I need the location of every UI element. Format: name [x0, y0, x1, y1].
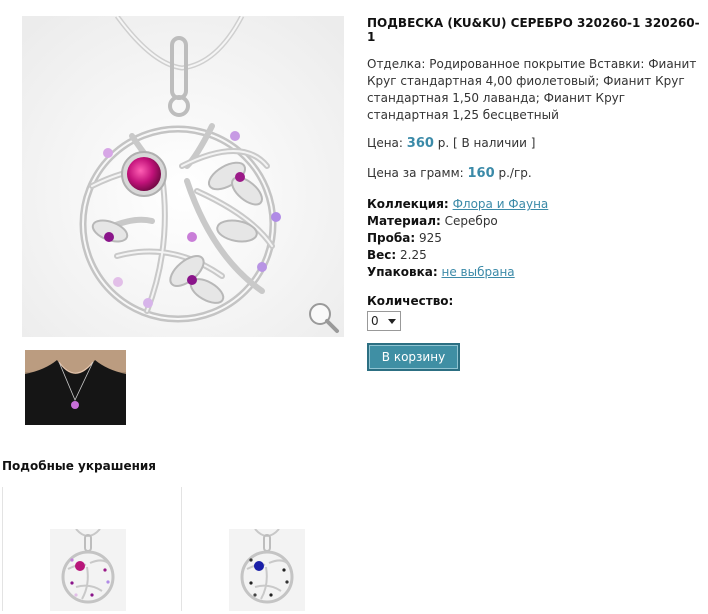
quantity-label: Количество: — [367, 294, 454, 308]
collection-label: Коллекция: — [367, 197, 449, 211]
probe-row: Проба: 925 — [367, 230, 702, 247]
packaging-row: Упаковка: не выбрана — [367, 264, 702, 281]
gram-label: Цена за грамм: — [367, 166, 464, 180]
quantity-value: 0 — [371, 314, 379, 328]
gram-unit: р./гр. — [498, 166, 532, 180]
weight-row: Вес: 2.25 — [367, 247, 702, 264]
packaging-label: Упаковка: — [367, 265, 438, 279]
product-info: ПОДВЕСКА (KU&KU) СЕРЕБРО 320260-1 320260… — [367, 16, 702, 371]
similar-item[interactable] — [181, 487, 360, 611]
packaging-link[interactable]: не выбрана — [442, 265, 515, 279]
price-label: Цена: — [367, 136, 403, 150]
probe-label: Проба: — [367, 231, 416, 245]
product-main-image[interactable] — [22, 16, 344, 337]
product-thumbnail[interactable] — [25, 350, 126, 425]
availability-status: [ В наличии ] — [453, 136, 536, 150]
pendant-illustration — [22, 16, 344, 337]
price-unit: р. — [437, 136, 450, 150]
chevron-down-icon — [388, 319, 396, 324]
product-title: ПОДВЕСКА (KU&KU) СЕРЕБРО 320260-1 320260… — [367, 16, 700, 44]
probe-value: 925 — [418, 231, 442, 245]
material-label: Материал: — [367, 214, 441, 228]
product-properties: Коллекция: Флора и Фауна Материал: Сереб… — [367, 196, 702, 281]
price-row: Цена: 360 р. [ В наличии ] — [367, 136, 702, 151]
price-value: 360 — [406, 136, 434, 151]
product-finish: Отделка: Родированное покрытие Вставки: … — [367, 57, 697, 122]
price-per-gram-row: Цена за грамм: 160 р./гр. — [367, 166, 702, 181]
similar-items — [2, 487, 362, 611]
similar-item-image[interactable] — [229, 528, 305, 611]
weight-value: 2.25 — [400, 248, 427, 262]
collection-link[interactable]: Флора и Фауна — [453, 197, 549, 211]
weight-label: Вес: — [367, 248, 397, 262]
quantity-select[interactable]: 0 — [367, 311, 401, 331]
thumbnail-illustration — [25, 350, 126, 425]
collection-row: Коллекция: Флора и Фауна — [367, 196, 702, 213]
material-row: Материал: Серебро — [367, 213, 702, 230]
add-to-cart-button[interactable]: В корзину — [367, 343, 460, 371]
zoom-icon[interactable] — [306, 300, 340, 334]
gram-value: 160 — [467, 166, 495, 181]
similar-item-image[interactable] — [50, 528, 126, 611]
similar-heading: Подобные украшения — [2, 459, 157, 473]
similar-item[interactable] — [2, 487, 181, 611]
material-value: Серебро — [444, 214, 498, 228]
